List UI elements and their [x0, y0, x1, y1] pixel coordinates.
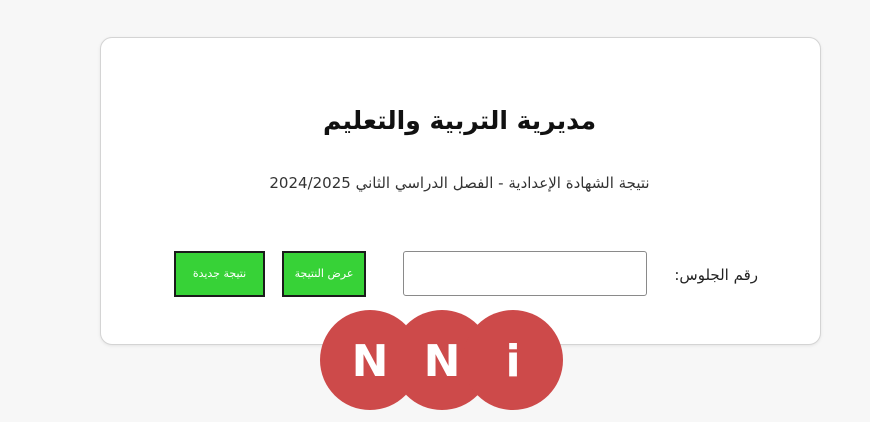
logo-letter-i: i: [463, 310, 563, 410]
page-title: مديرية التربية والتعليم: [322, 106, 597, 135]
nni-logo: N N i: [320, 310, 563, 410]
new-result-button[interactable]: نتيجة جديدة: [174, 251, 265, 297]
page-subtitle: نتيجة الشهادة الإعدادية - الفصل الدراسي …: [269, 174, 650, 192]
seat-number-label: رقم الجلوس:: [674, 266, 758, 284]
page: مديرية التربية والتعليم نتيجة الشهادة ال…: [0, 0, 870, 422]
seat-number-input[interactable]: [403, 251, 647, 296]
show-result-button[interactable]: عرض النتيجة: [282, 251, 366, 297]
